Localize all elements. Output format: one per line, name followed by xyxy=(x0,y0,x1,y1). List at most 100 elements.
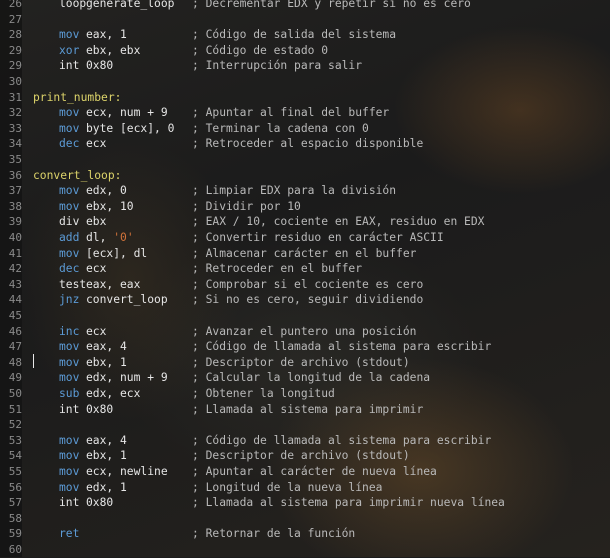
code-comment: ; Llamada al sistema para imprimir nueva… xyxy=(192,496,505,510)
code-editor[interactable]: 26 loop generate_loop ; Decrementar EDX y r… xyxy=(0,0,610,557)
code-instruction: mov xyxy=(59,433,80,447)
code-line[interactable]: 36 convert_loop: xyxy=(0,168,610,184)
code-operands: ebx, 1 xyxy=(86,355,127,369)
code-line[interactable]: 38 mov ebx, 10 ; Dividir por 10 xyxy=(0,199,610,215)
code-line[interactable]: 43 test eax, eax ; Comprobar si el cociente… xyxy=(0,277,610,293)
code-operands: edx, ecx xyxy=(86,387,141,400)
code-operands: ecx xyxy=(86,262,107,276)
code-operands: byte [ecx], 0 xyxy=(86,121,175,135)
line-number: 60 xyxy=(8,543,22,556)
line-number: 53 xyxy=(8,433,22,447)
line-number: 36 xyxy=(8,168,22,182)
code-line[interactable]: 39 div ebx ; EAX / 10, cociente en EAX, res… xyxy=(0,214,610,230)
code-line[interactable]: 42 dec ecx ; Retroceder en el buffer xyxy=(0,261,610,277)
code-instruction: mov xyxy=(59,371,80,385)
code-instruction: int xyxy=(59,59,80,73)
code-instruction: jnz xyxy=(59,293,80,307)
line-number: 52 xyxy=(8,418,22,432)
code-operands: edx, num + 9 xyxy=(86,371,168,385)
code-line[interactable]: 50 sub edx, ecx ; Obtener la longitud xyxy=(0,386,610,402)
code-line[interactable]: 48 mov ebx, 1 ; Descriptor de archivo (stdo… xyxy=(0,355,610,371)
line-number: 39 xyxy=(8,215,22,229)
code-operands: dl, '0' xyxy=(86,231,134,244)
code-operands: 0x80 xyxy=(86,402,114,416)
code-operands: edx, 0 xyxy=(86,184,127,198)
code-line[interactable]: 58 xyxy=(0,511,610,527)
line-number: 57 xyxy=(8,496,22,510)
code-comment: ; Si no es cero, seguir dividiendo xyxy=(192,293,424,307)
code-line[interactable]: 35 xyxy=(0,152,610,168)
code-operands: ebx, 10 xyxy=(86,199,134,213)
code-comment: ; Retroceder al espacio disponible xyxy=(192,137,424,151)
code-comment: ; EAX / 10, cociente en EAX, residuo en … xyxy=(192,215,485,229)
code-comment: ; Convertir residuo en carácter ASCII xyxy=(192,231,444,244)
code-instruction: mov xyxy=(59,480,80,494)
line-number: 51 xyxy=(8,402,22,416)
line-number: 44 xyxy=(8,293,22,307)
code-comment: ; Retornar de la función xyxy=(192,527,356,541)
code-line[interactable]: 54 mov ebx, 1 ; Descriptor de archivo (stdo… xyxy=(0,448,610,464)
code-line[interactable]: 51 int 0x80 ; Llamada al sistema para impri… xyxy=(0,402,610,418)
code-instruction: mov xyxy=(59,199,80,213)
code-comment: ; Descriptor de archivo (stdout) xyxy=(192,355,410,369)
code-line[interactable]: 29 xor ebx, ebx ; Código de estado 0 xyxy=(0,43,610,59)
line-number: 47 xyxy=(8,340,22,354)
code-line[interactable]: 32 mov ecx, num + 9 ; Apuntar al final del … xyxy=(0,105,610,121)
code-string-literal: '0' xyxy=(113,231,134,244)
code-instruction: sub xyxy=(59,387,80,400)
code-operands: 0x80 xyxy=(86,496,114,510)
line-number: 32 xyxy=(8,106,22,120)
code-line[interactable]: 45 xyxy=(0,308,610,324)
line-number: 50 xyxy=(8,387,22,400)
code-comment: ; Dividir por 10 xyxy=(192,199,301,213)
line-number: 59 xyxy=(8,527,22,541)
code-line[interactable]: 52 xyxy=(0,417,610,433)
code-line[interactable]: 57 int 0x80 ; Llamada al sistema para impri… xyxy=(0,495,610,511)
code-operands: ecx xyxy=(86,324,107,338)
line-number: 37 xyxy=(8,184,22,198)
code-line[interactable]: 56 mov edx, 1 ; Longitud de la nueva línea xyxy=(0,480,610,496)
code-instruction: mov xyxy=(59,465,80,478)
code-comment: ; Almacenar carácter en el buffer xyxy=(192,246,417,260)
line-number: 42 xyxy=(8,262,22,276)
code-line[interactable]: 34 dec ecx ; Retroceder al espacio disponib… xyxy=(0,136,610,152)
code-operands: ebx, 1 xyxy=(86,449,127,463)
code-line[interactable]: 59 ret ; Retornar de la función xyxy=(0,526,610,542)
line-number: 41 xyxy=(8,246,22,260)
code-line[interactable]: 33 mov byte [ecx], 0 ; Terminar la cadena c… xyxy=(0,121,610,137)
code-line[interactable]: 29 int 0x80 ; Interrupción para salir xyxy=(0,58,610,74)
code-instruction: ret xyxy=(59,527,80,541)
code-comment: ; Retroceder en el buffer xyxy=(192,262,363,276)
code-operands: 0x80 xyxy=(86,59,114,73)
code-line[interactable]: 44 jnz convert_loop ; Si no es cero, seguir… xyxy=(0,292,610,308)
line-number: 49 xyxy=(8,371,22,385)
code-instruction: mov xyxy=(59,355,80,369)
code-comment: ; Obtener la longitud xyxy=(192,387,335,400)
code-line[interactable]: 60 xyxy=(0,542,610,558)
code-line[interactable]: 27 xyxy=(0,12,610,28)
line-number: 48 xyxy=(8,355,22,369)
code-line[interactable]: 26 loop generate_loop ; Decrementar EDX y r… xyxy=(0,0,610,12)
line-number: 40 xyxy=(8,231,22,244)
code-line[interactable]: 28 mov eax, 1 ; Código de salida del sistem… xyxy=(0,27,610,43)
code-line[interactable]: 40 add dl, '0' ; Convertir residuo en carác… xyxy=(0,230,610,246)
code-comment: ; Longitud de la nueva línea xyxy=(192,480,383,494)
line-number: 27 xyxy=(8,12,22,26)
code-line[interactable]: 31 print_number: xyxy=(0,90,610,106)
code-line[interactable]: 41 mov [ecx], dl ; Almacenar carácter en el… xyxy=(0,246,610,262)
code-line[interactable]: 37 mov edx, 0 ; Limpiar EDX para la divisió… xyxy=(0,183,610,199)
code-line[interactable]: 46 inc ecx ; Avanzar el puntero una posició… xyxy=(0,324,610,340)
code-instruction: add xyxy=(59,231,80,244)
code-comment: ; Comprobar si el cociente es cero xyxy=(192,277,424,291)
code-line[interactable]: 55 mov ecx, newline ; Apuntar al carácter d… xyxy=(0,464,610,480)
code-instruction: mov xyxy=(59,28,80,42)
line-number: 43 xyxy=(8,277,22,291)
line-number: 38 xyxy=(8,199,22,213)
code-line[interactable]: 53 mov eax, 4 ; Código de llamada al sistem… xyxy=(0,433,610,449)
code-instruction: inc xyxy=(59,324,80,338)
code-line[interactable]: 30 xyxy=(0,74,610,90)
code-operands: eax, 4 xyxy=(86,433,127,447)
code-line[interactable]: 49 mov edx, num + 9 ; Calcular la longitud … xyxy=(0,370,610,386)
code-line[interactable]: 47 mov eax, 4 ; Código de llamada al sistem… xyxy=(0,339,610,355)
code-instruction: dec xyxy=(59,137,80,151)
